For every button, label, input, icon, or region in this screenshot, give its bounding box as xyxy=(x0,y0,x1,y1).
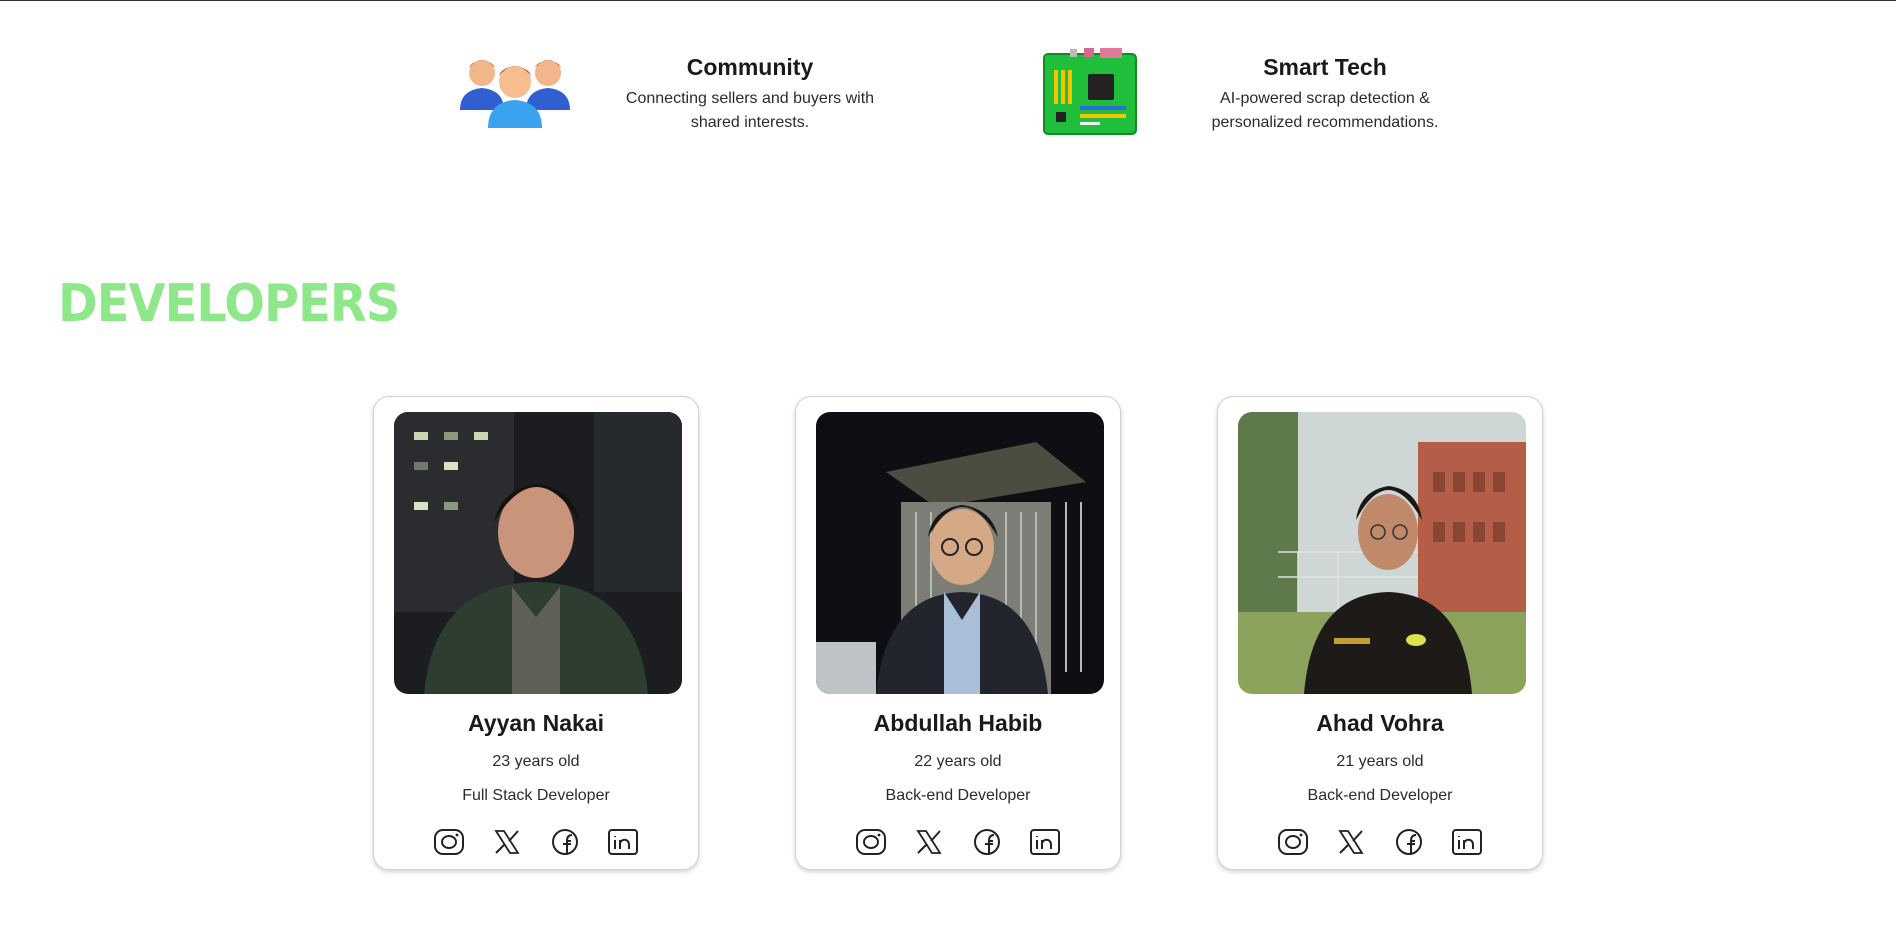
developer-card: Ahad Vohra 21 years old Back-end Develop… xyxy=(1217,396,1543,870)
feature-community: Community Connecting sellers and buyers … xyxy=(460,48,900,148)
developer-photo xyxy=(816,412,1104,694)
facebook-icon[interactable] xyxy=(971,828,1003,856)
developer-role: Back-end Developer xyxy=(885,787,1031,804)
x-icon[interactable] xyxy=(913,828,945,856)
developer-age: 21 years old xyxy=(1336,753,1424,770)
developers-heading: DEVELOPERS xyxy=(58,274,400,334)
developer-name: Ahad Vohra xyxy=(1316,710,1444,736)
developer-role: Full Stack Developer xyxy=(462,787,610,804)
developer-photo xyxy=(394,412,682,694)
social-links xyxy=(1218,828,1542,856)
linkedin-icon[interactable] xyxy=(1451,828,1483,856)
developer-name: Ayyan Nakai xyxy=(468,710,604,736)
developer-photo xyxy=(1238,412,1526,694)
circuit-board-icon xyxy=(1040,48,1150,138)
x-icon[interactable] xyxy=(1335,828,1367,856)
developer-role: Back-end Developer xyxy=(1307,787,1453,804)
social-links xyxy=(796,828,1120,856)
feature-smart-tech: Smart Tech AI-powered scrap detection & … xyxy=(1040,48,1480,148)
linkedin-icon[interactable] xyxy=(1029,828,1061,856)
developer-card: Ayyan Nakai 23 years old Full Stack Deve… xyxy=(373,396,699,870)
instagram-icon[interactable] xyxy=(1277,828,1309,856)
feature-description: AI-powered scrap detection & personalize… xyxy=(1211,90,1439,131)
developer-card: Abdullah Habib 22 years old Back-end Dev… xyxy=(795,396,1121,870)
feature-title: Smart Tech xyxy=(1263,54,1387,80)
x-icon[interactable] xyxy=(491,828,523,856)
facebook-icon[interactable] xyxy=(549,828,581,856)
developer-age: 23 years old xyxy=(492,753,580,770)
feature-title: Community xyxy=(686,54,814,80)
top-divider xyxy=(0,0,1896,1)
feature-community-text: Community Connecting sellers and buyers … xyxy=(600,54,900,135)
feature-smart-tech-text: Smart Tech AI-powered scrap detection & … xyxy=(1180,54,1470,135)
feature-description: Connecting sellers and buyers with share… xyxy=(625,90,875,131)
people-group-icon xyxy=(460,48,570,138)
facebook-icon[interactable] xyxy=(1393,828,1425,856)
developer-age: 22 years old xyxy=(914,753,1002,770)
developer-name: Abdullah Habib xyxy=(873,710,1043,736)
instagram-icon[interactable] xyxy=(433,828,465,856)
page: Community Connecting sellers and buyers … xyxy=(0,0,1896,944)
instagram-icon[interactable] xyxy=(855,828,887,856)
social-links xyxy=(374,828,698,856)
linkedin-icon[interactable] xyxy=(607,828,639,856)
